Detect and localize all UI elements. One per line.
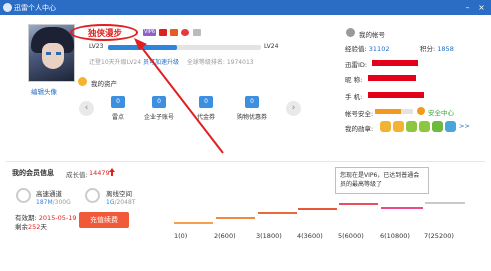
- offline-space-usage: 1G/2048T: [106, 199, 136, 206]
- vip-step-6: [381, 207, 423, 209]
- medals-more-link[interactable]: >>: [459, 122, 470, 130]
- window-title: 迅雷个人中心: [14, 4, 56, 12]
- speed-channel-usage: 187M/300G: [36, 199, 71, 206]
- points-row: 积分: 1858: [420, 45, 454, 53]
- renew-label: 充值续费: [90, 216, 118, 224]
- speed-channel-name: 高速通道: [36, 190, 62, 198]
- asset-sub-accounts[interactable]: 0 企业子账号: [142, 96, 176, 121]
- nickname-row: 昵 称:: [345, 76, 363, 84]
- vip-level-label: 4(3600): [297, 232, 323, 240]
- avatar[interactable]: [28, 24, 75, 82]
- level-progress-bar: [108, 45, 261, 50]
- global-rank: 全球等级排名: 1974013: [186, 59, 254, 66]
- asset-points[interactable]: 0 雷点: [105, 96, 131, 121]
- today-text: 迂登10天升级LV24: [89, 59, 142, 66]
- redacted-nickname: [368, 75, 416, 81]
- medals-row: 我的勋章:: [345, 125, 374, 133]
- remaining-days: 剩余252天: [15, 223, 47, 231]
- points-value[interactable]: 1858: [437, 45, 454, 53]
- offline-space-icon: [85, 188, 100, 203]
- level-next: LV24: [264, 43, 279, 50]
- vip-level-label: 2(600): [214, 232, 236, 240]
- gift-icon[interactable]: [181, 29, 189, 36]
- medal-icon[interactable]: [419, 121, 430, 132]
- medal-icon[interactable]: [432, 121, 443, 132]
- vip-step-5: [339, 203, 378, 205]
- offline-space-name: 离线空间: [106, 190, 132, 198]
- arrow-right-icon[interactable]: ›: [286, 101, 301, 116]
- vip-level-label: 3(1800): [256, 232, 282, 240]
- exp-value[interactable]: 31102: [369, 45, 390, 53]
- xunlei-id-row: 迅雷ID:: [345, 61, 368, 69]
- growth-value: 14479: [89, 169, 110, 177]
- medal-icon[interactable]: [445, 121, 456, 132]
- security-level-bar: [375, 109, 413, 114]
- vip-step-3: [258, 212, 297, 214]
- close-icon[interactable]: ×: [476, 2, 487, 13]
- speedup-link[interactable]: 员可加速升级: [143, 59, 179, 66]
- upgrade-arrow-icon: [109, 168, 115, 176]
- vip-level-label: 7(25200): [424, 232, 454, 240]
- annotation-ellipse: [70, 24, 138, 41]
- exp-row: 经验值: 31102: [345, 45, 390, 53]
- privilege-icon[interactable]: [159, 29, 167, 36]
- security-level-fill: [375, 109, 401, 114]
- security-row: 帐号安全:: [345, 110, 374, 118]
- security-center-link[interactable]: 安全中心: [428, 107, 454, 117]
- vip-level-tooltip: 您现在是VIP6，已达到普通会员的最高等级了: [335, 167, 429, 194]
- vip-step-4: [298, 208, 337, 210]
- vip-level-label: 5(6000): [338, 232, 364, 240]
- level-current: LV23: [89, 43, 104, 50]
- medal-icon[interactable]: [406, 121, 417, 132]
- xunlei-logo-icon: [3, 3, 12, 12]
- account-icon: [346, 28, 355, 37]
- shield-icon: [417, 107, 425, 115]
- account-title: 我的帐号: [359, 31, 385, 39]
- medal-icon[interactable]: [393, 121, 404, 132]
- assets-title: 我的资产: [91, 80, 117, 88]
- redacted-mobile: [368, 92, 424, 98]
- mobile-row: 手 机:: [345, 93, 363, 101]
- speed-channel-icon: [16, 188, 31, 203]
- vip-step-2: [216, 217, 255, 219]
- title-bar: 迅雷个人中心 – ×: [0, 0, 491, 15]
- arrow-left-icon[interactable]: ‹: [79, 101, 94, 116]
- medal-icon[interactable]: [380, 121, 391, 132]
- asset-vouchers[interactable]: 0 代金券: [193, 96, 219, 121]
- edit-avatar-link[interactable]: 编辑头像: [31, 86, 57, 96]
- redacted-id: [372, 60, 418, 66]
- vip-level-label: 6(10800): [380, 232, 410, 240]
- level-info-line: 迂登10天升级LV24 员可加速升级 全球等级排名: 1974013: [89, 57, 254, 66]
- game-icon[interactable]: [170, 29, 178, 36]
- minimize-icon[interactable]: –: [462, 2, 473, 13]
- vip-level-label: 1(0): [174, 232, 188, 240]
- assets-icon: [78, 77, 87, 86]
- vip-step-7: [425, 202, 465, 204]
- growth-label: 成长值:: [66, 171, 88, 179]
- vip-step-1: [174, 222, 213, 224]
- asset-shopping-coupons[interactable]: 0 购物优惠券: [234, 96, 270, 121]
- more-badge-icon[interactable]: [193, 29, 201, 36]
- level-progress-fill: [108, 45, 177, 50]
- vip-badge[interactable]: VIP6: [143, 29, 156, 36]
- renew-button[interactable]: 充值续费: [79, 212, 129, 228]
- membership-title: 我的会员信息: [12, 169, 54, 177]
- section-divider: [6, 161, 485, 162]
